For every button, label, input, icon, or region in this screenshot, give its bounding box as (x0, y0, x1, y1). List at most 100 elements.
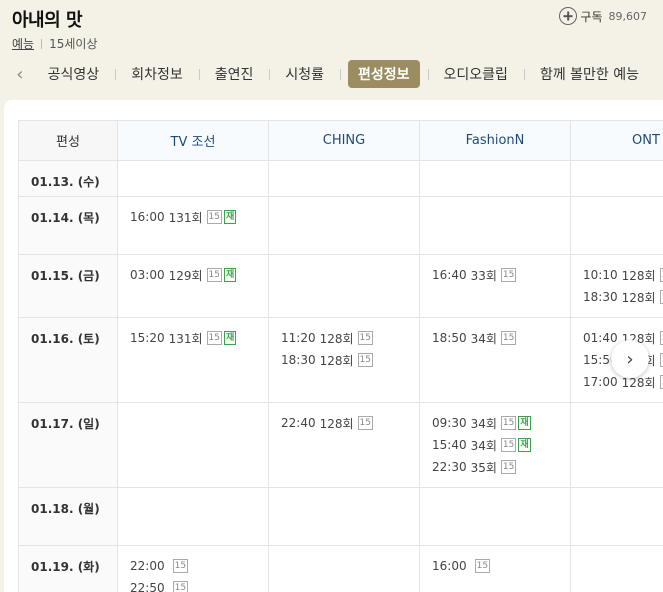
rerun-badge: 재 (518, 416, 531, 430)
broadcast-time: 15:20 (130, 331, 165, 345)
plus-circle-icon (559, 7, 578, 25)
schedule-cell: 11:20 128회 15 18:30 128회 15 (268, 317, 420, 403)
episode-number: 34회 (470, 438, 497, 453)
schedule-cell (117, 487, 269, 546)
broadcast-slot: 16:00 15 (432, 555, 558, 577)
schedule-cell: 22:00 15 22:50 15 (117, 545, 269, 592)
subscribe-button[interactable]: 구독 89,607 (559, 7, 647, 25)
date-cell: 01.19. (화) (18, 545, 118, 592)
subscribe-count: 89,607 (608, 9, 648, 23)
broadcast-time: 18:30 (281, 353, 316, 367)
schedule-cell: 15:20 131회 15 재 (117, 317, 269, 403)
tab-3[interactable]: 시청률 (269, 60, 332, 88)
schedule-cell (570, 402, 663, 488)
schedule-body: 01.13. (수) 01.14. (목) 16:00 131회 15 재 01.15. (… (18, 160, 663, 592)
schedule-cell (570, 545, 663, 592)
channel-header[interactable]: TV 조선 (117, 120, 269, 161)
episode-number: 128회 (319, 416, 354, 431)
schedule-cell (268, 254, 420, 318)
age-badge: 15 (659, 353, 663, 367)
broadcast-time: 15:40 (432, 438, 467, 452)
rerun-badge: 재 (224, 210, 237, 224)
table-row: 01.14. (목) 16:00 131회 15 재 (18, 196, 663, 255)
date-cell: 01.14. (목) (18, 196, 118, 255)
age-badge: 15 (659, 331, 663, 345)
tab-0[interactable]: 공식영상 (40, 60, 108, 88)
broadcast-time: 17:00 (583, 375, 618, 389)
age-badge: 15 (357, 353, 373, 367)
age-badge: 15 (172, 559, 189, 573)
age-badge: 15 (172, 581, 189, 592)
age-badge: 15 (659, 290, 663, 304)
broadcast-slot: 16:00 131회 15 재 (130, 206, 256, 228)
age-badge: 15 (500, 460, 517, 474)
age-rating: 15세이상 (49, 37, 98, 51)
schedule-header-row: 편성 TV 조선 CHING FashionN ONT (18, 120, 663, 161)
chevron-left-icon[interactable]: ‹ (0, 58, 40, 90)
tab-6[interactable]: 함께 볼만한 예능 (523, 60, 647, 88)
episode-number: 34회 (470, 331, 497, 346)
broadcast-time: 11:20 (281, 331, 316, 345)
age-badge: 15 (500, 416, 517, 430)
chevron-right-icon[interactable]: › (611, 340, 649, 378)
rerun-badge: 재 (224, 268, 237, 282)
table-row: 01.17. (일) 22:40 128회 15 09:30 34회 15 재 15:40 34회… (18, 402, 663, 488)
episode-number: 131회 (168, 210, 203, 225)
broadcast-time: 09:30 (432, 416, 467, 430)
broadcast-time: 16:40 (432, 268, 467, 282)
broadcast-time: 22:40 (281, 416, 316, 430)
episode-number: 128회 (319, 353, 354, 368)
table-row: 01.15. (금) 03:00 129회 15 재 16:40 33회 15 10:10 128… (18, 254, 663, 318)
tab-2[interactable]: 출연진 (198, 60, 262, 88)
episode-number: 33회 (470, 268, 497, 283)
broadcast-slot: 09:30 34회 15 재 (432, 412, 558, 434)
subscribe-label: 구독 (580, 9, 603, 24)
broadcast-time: 18:50 (432, 331, 467, 345)
tab-1[interactable]: 회차정보 (115, 60, 191, 88)
broadcast-slot: 03:00 129회 15 재 (130, 264, 256, 286)
episode-number: 131회 (168, 331, 203, 346)
broadcast-slot: 22:30 35회 15 (432, 456, 558, 478)
episode-number: 128회 (319, 331, 354, 346)
broadcast-time: 18:30 (583, 290, 618, 304)
broadcast-time: 22:00 (130, 559, 165, 573)
channel-header[interactable]: FashionN (419, 120, 571, 161)
age-badge: 15 (206, 268, 222, 282)
broadcast-time: 10:10 (583, 268, 618, 282)
schedule-cell: 22:40 128회 15 (268, 402, 420, 488)
channel-header[interactable]: CHING (268, 120, 420, 161)
tab-4[interactable]: 편성정보 (340, 60, 420, 88)
tab-5[interactable]: 오디오클립 (427, 60, 516, 88)
channel-header[interactable]: ONT (570, 120, 663, 161)
schedule-cell: 10:10128회1518:30128회15 (570, 254, 663, 318)
table-row: 01.16. (토) 15:20 131회 15 재 11:20 128회 15 18:30 12… (18, 317, 663, 403)
broadcast-time: 22:30 (432, 460, 467, 474)
age-badge: 15 (500, 268, 517, 282)
age-badge: 15 (500, 331, 517, 345)
schedule-table: 편성 TV 조선 CHING FashionN ONT 01.13. (수) 01.14.… (18, 120, 663, 592)
schedule-cell (570, 196, 663, 255)
broadcast-time: 16:00 (130, 210, 165, 224)
program-title[interactable]: 아내의 맛 (12, 6, 83, 32)
schedule-table-wrap: 편성 TV 조선 CHING FashionN ONT 01.13. (수) 01.14.… (18, 120, 663, 592)
date-cell: 01.18. (월) (18, 487, 118, 546)
broadcast-time: 03:00 (130, 268, 165, 282)
episode-number: 128회 (621, 268, 656, 283)
rerun-badge: 재 (518, 438, 531, 452)
genre-link[interactable]: 예능 (12, 35, 34, 52)
schedule-cell: 16:00 15 (419, 545, 571, 592)
age-badge: 15 (474, 559, 491, 573)
broadcast-slot: 16:40 33회 15 (432, 264, 558, 286)
date-cell: 01.13. (수) (18, 160, 118, 197)
schedule-cell: 18:50 34회 15 (419, 317, 571, 403)
schedule-cell (268, 160, 420, 197)
program-meta: 예능 15세이상 (12, 35, 97, 52)
date-cell: 01.15. (금) (18, 254, 118, 318)
rerun-badge: 재 (224, 331, 237, 345)
tab-bar: ‹ 공식영상 회차정보 출연진 시청률 편성정보 오디오클립 함께 볼만한 예능 (0, 58, 663, 90)
broadcast-slot: 22:40 128회 15 (281, 412, 407, 434)
schedule-cell (570, 160, 663, 197)
episode-number: 35회 (470, 460, 497, 475)
tab-list: 공식영상 회차정보 출연진 시청률 편성정보 오디오클립 함께 볼만한 예능 (40, 60, 663, 88)
episode-number: 129회 (168, 268, 203, 283)
